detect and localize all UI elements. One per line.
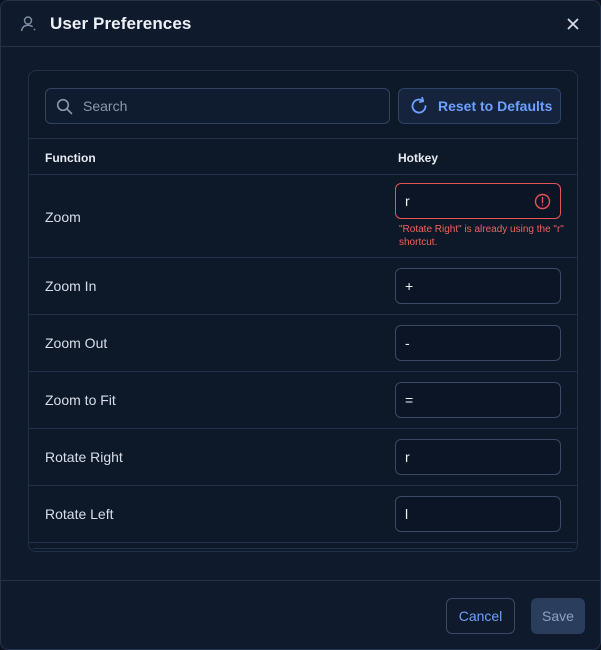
function-label: Zoom to Fit <box>45 392 116 408</box>
hotkey-input[interactable] <box>405 449 525 465</box>
refresh-icon <box>409 96 429 116</box>
column-header-function: Function <box>45 151 96 165</box>
panel-toolbar: Reset to Defaults <box>29 71 577 139</box>
function-label: Zoom <box>45 209 81 225</box>
hotkey-field-error[interactable] <box>395 183 561 219</box>
hotkey-input[interactable] <box>405 278 525 294</box>
table-row: Zoom Out <box>29 315 577 372</box>
hotkey-input[interactable] <box>405 506 525 522</box>
function-label: Zoom In <box>45 278 97 294</box>
hotkey-field[interactable] <box>395 382 561 418</box>
scroll-divider <box>33 548 573 549</box>
search-input[interactable] <box>83 98 373 114</box>
user-icon <box>19 14 39 34</box>
reset-to-defaults-button[interactable]: Reset to Defaults <box>398 88 561 124</box>
column-header-hotkey: Hotkey <box>398 151 439 165</box>
table-row: Zoom In <box>29 258 577 315</box>
table-row: Zoom "Rotate Right" is already using the… <box>29 175 577 258</box>
alert-circle-icon <box>534 193 551 210</box>
function-label: Zoom Out <box>45 335 108 351</box>
table-row: Rotate Right <box>29 429 577 486</box>
search-field[interactable] <box>45 88 390 124</box>
dialog-header: User Preferences <box>1 1 600 47</box>
dialog-footer: Cancel Save <box>1 580 600 649</box>
close-icon[interactable] <box>564 15 582 33</box>
hotkeys-panel: Reset to Defaults Function Hotkey Zoom " <box>28 70 578 552</box>
hotkey-conflict-message: "Rotate Right" is already using the "r" … <box>399 224 564 248</box>
table-row: Zoom to Fit <box>29 372 577 429</box>
search-icon <box>56 98 73 115</box>
hotkey-field[interactable] <box>395 325 561 361</box>
user-preferences-dialog: User Preferences Search Reset to Default… <box>0 0 601 650</box>
table-row: Rotate Left <box>29 486 577 543</box>
dialog-title: User Preferences <box>50 13 192 33</box>
save-button[interactable]: Save <box>531 598 585 634</box>
hotkey-input[interactable] <box>405 392 525 408</box>
function-label: Rotate Left <box>45 506 114 522</box>
table-header: Function Hotkey <box>29 139 577 175</box>
function-label: Rotate Right <box>45 449 123 465</box>
hotkey-input[interactable] <box>405 335 525 351</box>
reset-label: Reset to Defaults <box>438 98 553 114</box>
hotkey-field[interactable] <box>395 496 561 532</box>
hotkey-input[interactable] <box>405 193 525 209</box>
cancel-button[interactable]: Cancel <box>446 598 515 634</box>
hotkey-field[interactable] <box>395 268 561 304</box>
hotkey-field[interactable] <box>395 439 561 475</box>
